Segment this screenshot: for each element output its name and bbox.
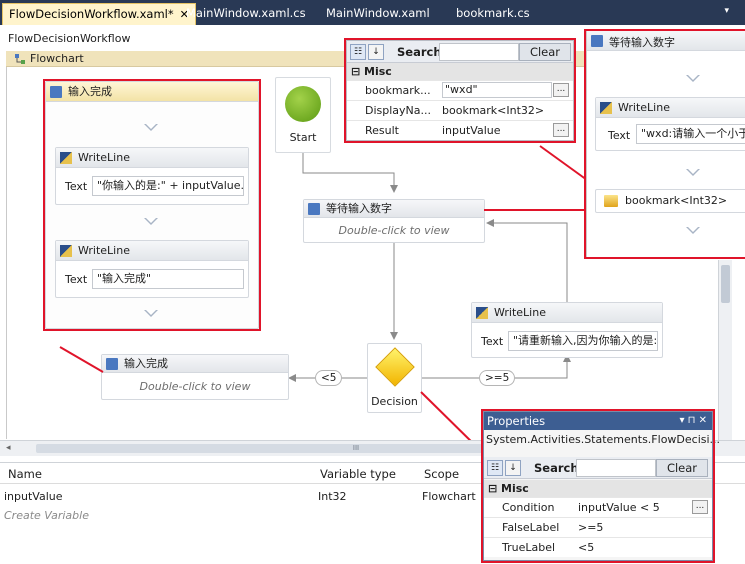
column-header-scope[interactable]: Scope xyxy=(424,467,459,481)
variable-scope-cell[interactable]: Flowchart xyxy=(422,490,476,503)
highlight-box xyxy=(344,38,576,143)
create-variable-link[interactable]: Create Variable xyxy=(4,509,89,522)
column-header-type[interactable]: Variable type xyxy=(320,467,396,481)
scroll-thumb[interactable] xyxy=(721,265,730,303)
variable-name-cell[interactable]: inputValue xyxy=(4,490,63,503)
vertical-scrollbar[interactable] xyxy=(718,260,732,440)
highlight-box xyxy=(481,409,715,563)
column-header-name[interactable]: Name xyxy=(8,467,42,481)
highlight-box xyxy=(584,29,745,259)
scroll-left-icon[interactable]: ◂ xyxy=(6,443,11,453)
variable-type-cell[interactable]: Int32 xyxy=(318,490,347,503)
